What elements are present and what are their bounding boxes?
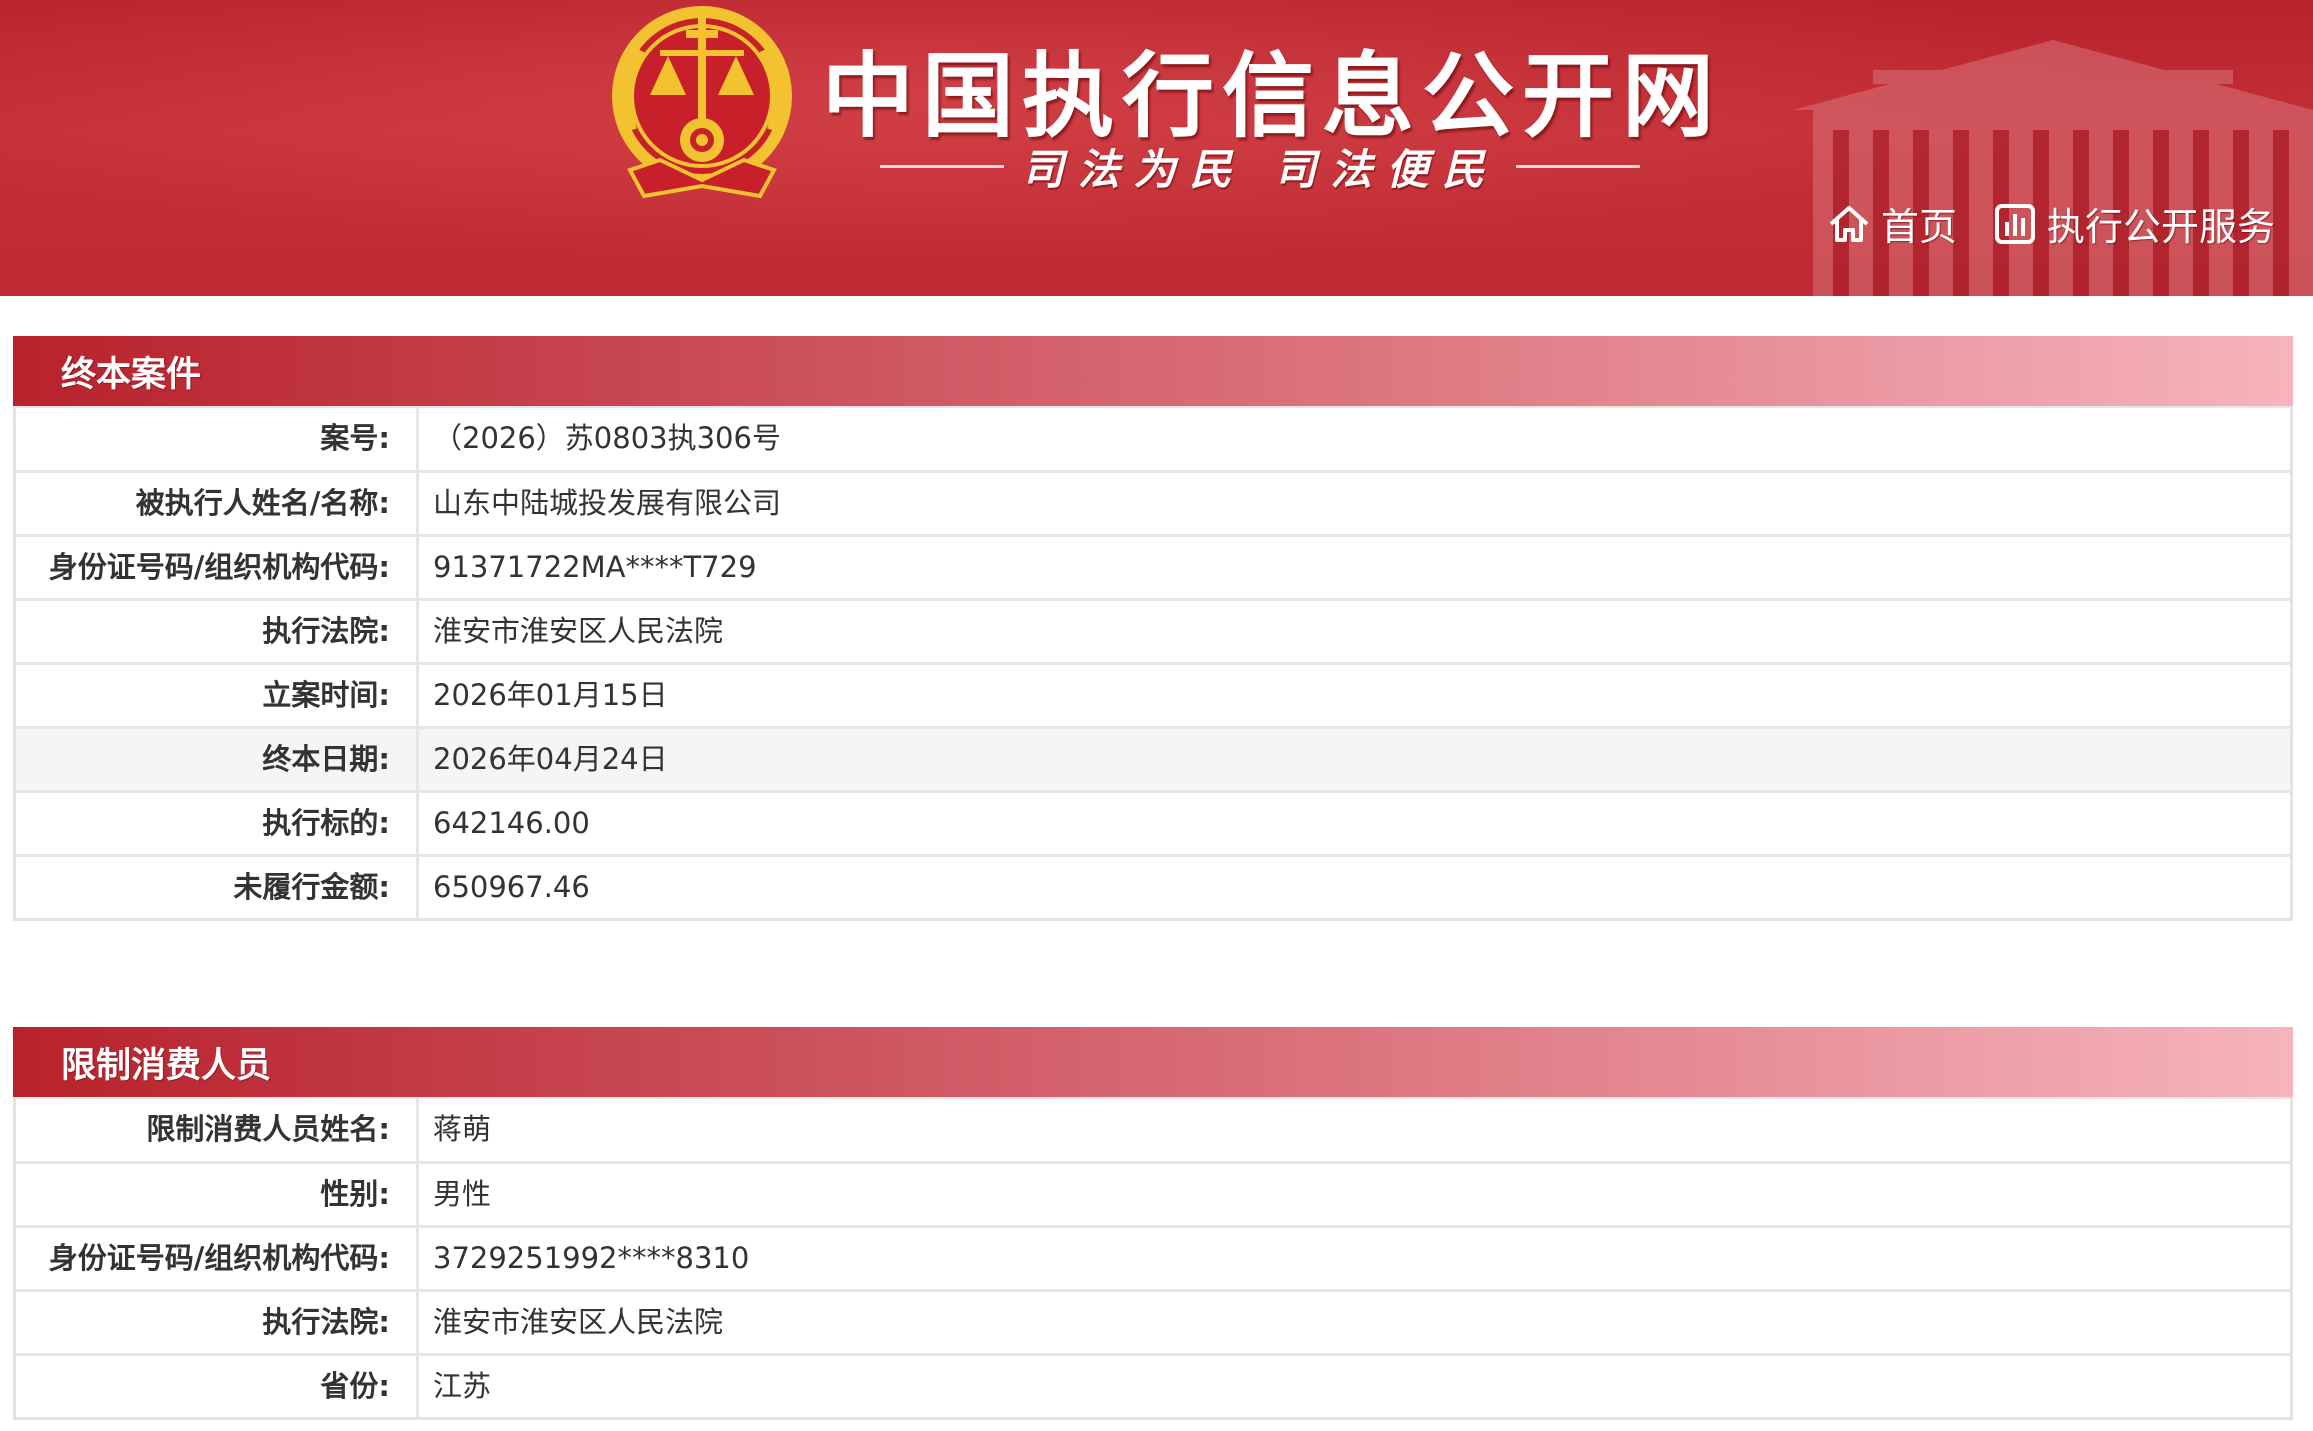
home-icon xyxy=(1829,205,1869,242)
table-row: 性别: 男性 xyxy=(16,1161,2290,1225)
slogan-text: 司法为民 司法便民 xyxy=(1021,144,1499,194)
consumption-restricted-panel: 限制消费人员 限制消费人员姓名: 蒋萌 性别: 男性 身份证号码/组织机构代码:… xyxy=(13,1027,2293,1420)
table-row: 案号: （2026）苏0803执306号 xyxy=(16,406,2290,470)
field-label: 限制消费人员姓名: xyxy=(16,1099,419,1161)
terminated-case-panel: 终本案件 案号: （2026）苏0803执306号 被执行人姓名/名称: 山东中… xyxy=(13,336,2293,921)
site-header-banner: 中国执行信息公开网 司法为民 司法便民 首页 执行公开服务 xyxy=(0,0,2313,296)
field-label: 被执行人姓名/名称: xyxy=(16,473,419,534)
table-row-hovered: 终本日期: 2026年04月24日 xyxy=(16,726,2290,790)
field-label: 执行法院: xyxy=(16,1292,419,1353)
field-value: 淮安市淮安区人民法院 xyxy=(433,1305,724,1339)
field-value: 642146.00 xyxy=(433,806,590,840)
nav-home-link[interactable]: 首页 xyxy=(1827,196,1957,251)
field-value: 淮安市淮安区人民法院 xyxy=(433,614,724,648)
field-label: 身份证号码/组织机构代码: xyxy=(16,537,419,598)
table-row: 被执行人姓名/名称: 山东中陆城投发展有限公司 xyxy=(16,470,2290,534)
section-header: 终本案件 xyxy=(13,336,2293,406)
slogan-right-rule xyxy=(1516,164,1640,168)
restricted-person-table: 限制消费人员姓名: 蒋萌 性别: 男性 身份证号码/组织机构代码: 372925… xyxy=(13,1097,2293,1420)
field-label: 身份证号码/组织机构代码: xyxy=(16,1228,419,1289)
table-row: 未履行金额: 650967.46 xyxy=(16,854,2290,918)
field-label: 未履行金额: xyxy=(16,857,419,918)
court-emblem-logo xyxy=(612,6,792,199)
field-value: 男性 xyxy=(433,1177,492,1211)
nav-execution-service-link[interactable]: 执行公开服务 xyxy=(1993,196,2275,251)
field-value: （2026）苏0803执306号 xyxy=(433,421,781,455)
case-detail-table: 案号: （2026）苏0803执306号 被执行人姓名/名称: 山东中陆城投发展… xyxy=(13,406,2293,921)
table-row: 身份证号码/组织机构代码: 91371722MA****T729 xyxy=(16,534,2290,598)
field-value: 3729251992****8310 xyxy=(433,1241,750,1275)
table-row: 执行法院: 淮安市淮安区人民法院 xyxy=(16,1289,2290,1353)
table-row: 执行法院: 淮安市淮安区人民法院 xyxy=(16,598,2290,662)
nav-home-label: 首页 xyxy=(1880,205,1957,249)
table-row: 执行标的: 642146.00 xyxy=(16,790,2290,854)
chart-bars-icon xyxy=(1994,203,2035,244)
section-header: 限制消费人员 xyxy=(13,1027,2293,1097)
field-label: 省份: xyxy=(16,1356,419,1417)
top-nav: 首页 执行公开服务 xyxy=(1827,196,2275,251)
field-label: 执行法院: xyxy=(16,601,419,662)
slogan-left-rule xyxy=(880,164,1004,168)
field-value: 蒋萌 xyxy=(433,1112,492,1146)
table-row: 立案时间: 2026年01月15日 xyxy=(16,662,2290,726)
field-value: 2026年01月15日 xyxy=(433,678,668,712)
field-value: 江苏 xyxy=(433,1369,492,1403)
field-label: 立案时间: xyxy=(16,665,419,726)
field-value: 650967.46 xyxy=(433,870,590,904)
table-row: 限制消费人员姓名: 蒋萌 xyxy=(16,1097,2290,1161)
field-label: 执行标的: xyxy=(16,793,419,854)
field-label: 终本日期: xyxy=(16,729,419,790)
table-row: 身份证号码/组织机构代码: 3729251992****8310 xyxy=(16,1225,2290,1289)
field-label: 案号: xyxy=(16,408,419,470)
nav-execution-service-label: 执行公开服务 xyxy=(2046,205,2275,249)
field-value: 91371722MA****T729 xyxy=(433,550,757,584)
table-row: 省份: 江苏 xyxy=(16,1353,2290,1417)
section-title: 限制消费人员 xyxy=(61,1045,272,1086)
field-value: 2026年04月24日 xyxy=(433,742,668,776)
section-title: 终本案件 xyxy=(61,354,202,395)
field-label: 性别: xyxy=(16,1164,419,1225)
field-value: 山东中陆城投发展有限公司 xyxy=(433,486,782,520)
court-building-image xyxy=(1793,40,2313,296)
slogan: 司法为民 司法便民 xyxy=(880,136,1640,196)
